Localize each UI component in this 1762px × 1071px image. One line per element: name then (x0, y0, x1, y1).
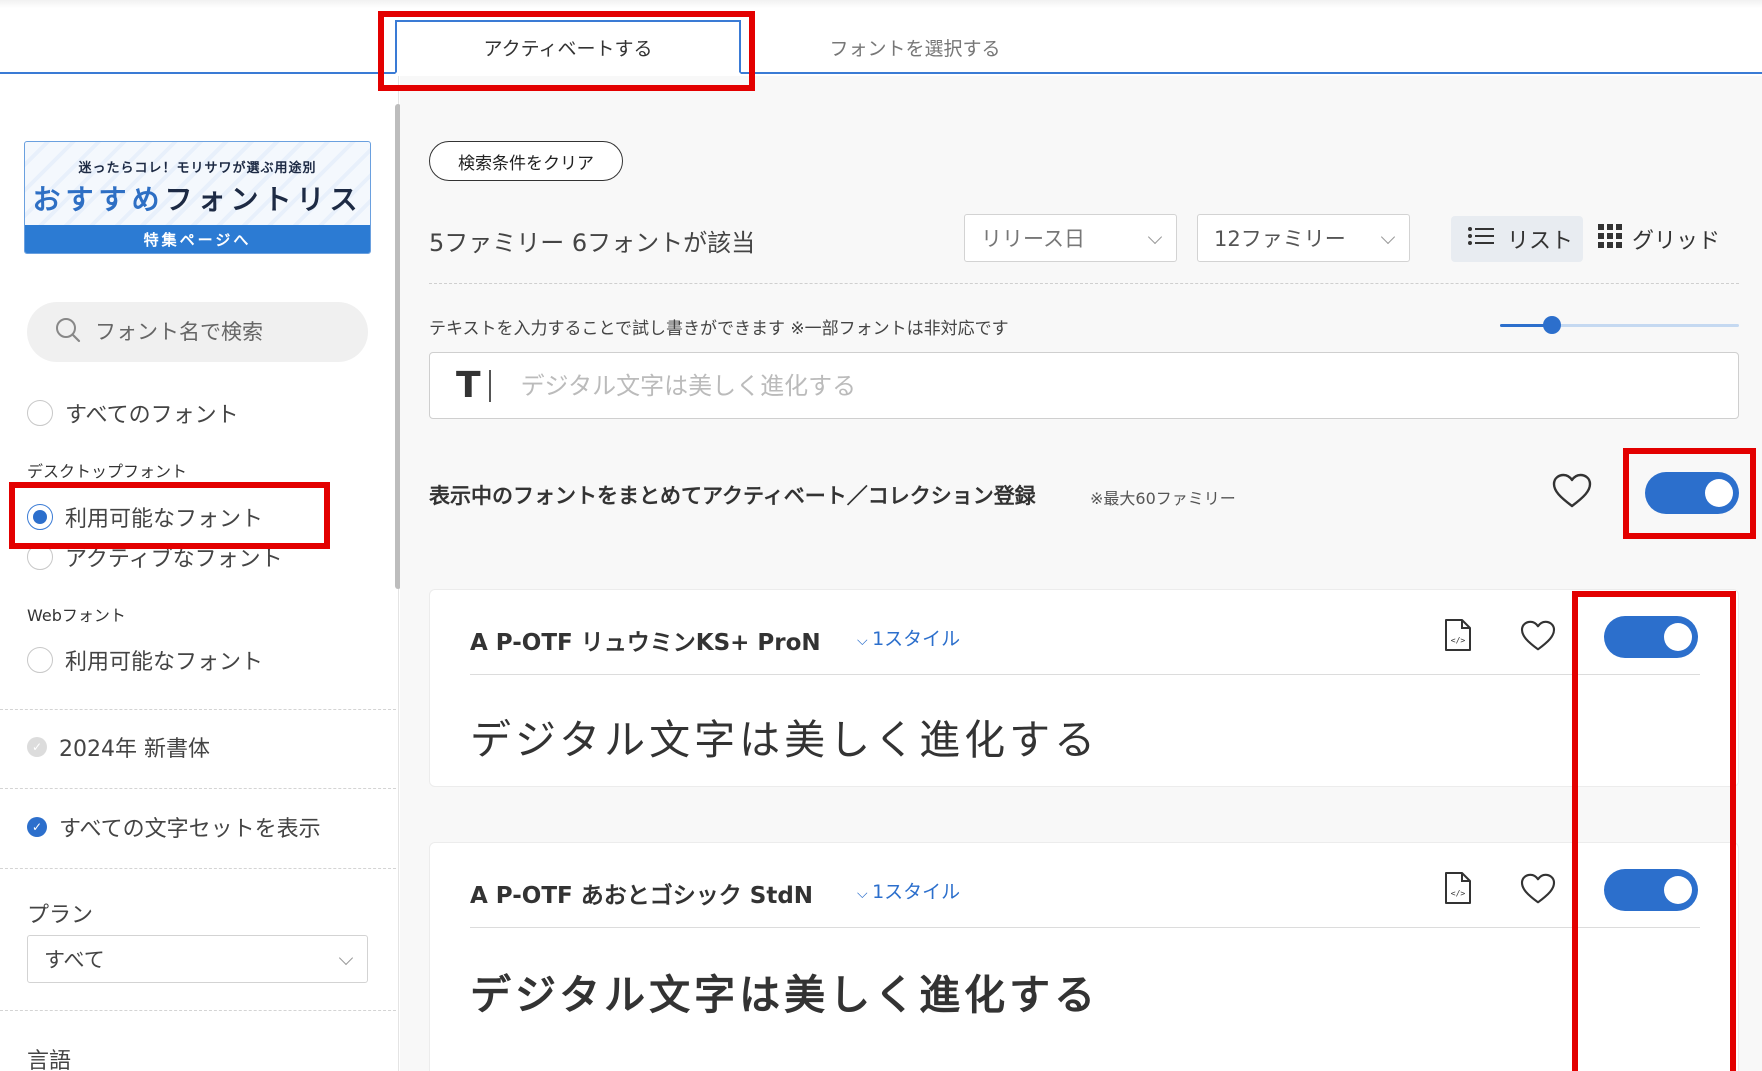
banner-title-highlight: おすすめ (32, 183, 165, 216)
toolbar-separator (429, 283, 1739, 284)
font-style-count[interactable]: ⌵ 1スタイル (857, 877, 960, 904)
filter-desktop-available[interactable]: 利用可能なフォント (27, 500, 263, 534)
banner-tagline: 迷ったらコレ！モリサワが選ぶ用途別 (78, 161, 317, 176)
tab-select-fonts[interactable]: フォントを選択する (760, 20, 1070, 74)
filter-desktop-active[interactable]: アクティブなフォント (27, 540, 283, 574)
chevron-down-icon: ⌵ (857, 886, 873, 902)
radio-desktop-available[interactable] (27, 504, 53, 530)
web-fonts-heading: Webフォント (27, 606, 126, 625)
filter-new-2024[interactable]: ✓ 2024年 新書体 (27, 730, 210, 764)
toggle-knob (1664, 876, 1692, 904)
chevron-down-icon (338, 950, 354, 966)
label-new-2024: 2024年 新書体 (59, 737, 210, 762)
radio-web-available[interactable] (27, 647, 53, 673)
desktop-fonts-heading: デスクトップフォント (27, 462, 188, 481)
svg-text:</>: </> (1451, 636, 1466, 645)
filter-all-fonts[interactable]: すべてのフォント (27, 396, 239, 430)
font-activate-toggle[interactable] (1604, 869, 1698, 911)
filter-web-available[interactable]: 利用可能なフォント (27, 643, 263, 677)
label-desktop-available: 利用可能なフォント (65, 507, 264, 532)
plan-select[interactable]: すべて (27, 935, 368, 983)
recommended-font-list-banner[interactable]: 迷ったらコレ！モリサワが選ぶ用途別 おすすめフォントリスト 特集ページへ (24, 141, 371, 254)
favorite-heart-icon[interactable] (1520, 873, 1556, 909)
code-document-icon[interactable]: </> (1444, 871, 1472, 905)
clear-filters-button[interactable]: 検索条件をクリア (429, 141, 623, 181)
size-slider-handle[interactable] (1543, 316, 1561, 334)
font-style-count[interactable]: ⌵ 1スタイル (857, 624, 960, 651)
tab-select-fonts-label: フォントを選択する (829, 37, 1001, 60)
plan-select-value: すべて (44, 948, 105, 972)
chevron-down-icon: ⌵ (857, 633, 873, 649)
sidebar-divider-1 (0, 709, 396, 710)
tab-activate[interactable]: アクティベートする (395, 20, 741, 74)
top-tab-bar: アクティベートする フォントを選択する (0, 0, 1762, 74)
grid-icon (1598, 224, 1622, 254)
font-activate-toggle[interactable] (1604, 616, 1698, 658)
sidebar-divider-3 (0, 868, 396, 869)
per-page-select-value: 12ファミリー (1214, 227, 1346, 251)
code-document-icon[interactable]: </> (1444, 618, 1472, 652)
bulk-activate-note: ※最大60ファミリー (1090, 489, 1236, 508)
label-web-available: 利用可能なフォント (65, 650, 264, 675)
view-list-label: リスト (1507, 229, 1574, 254)
radio-all-fonts[interactable] (27, 400, 53, 426)
preview-text-input[interactable] (520, 371, 1621, 400)
font-sample-text: デジタル文字は美しく進化する (470, 971, 1100, 1019)
result-count: 5ファミリー 6フォントが該当 (429, 229, 756, 257)
checkbox-new-2024[interactable]: ✓ (27, 737, 47, 757)
language-label: 言語 (27, 1049, 72, 1071)
radio-desktop-active[interactable] (27, 544, 53, 570)
sort-select-value: リリース日 (981, 227, 1085, 251)
view-list-button[interactable]: リスト (1451, 216, 1583, 262)
font-card: A P-OTF あおとゴシック StdN ⌵ 1スタイル </> デジタル文字は… (429, 842, 1739, 1071)
bulk-activate-label: 表示中のフォントをまとめてアクティベート／コレクション登録 (429, 484, 1036, 508)
chevron-down-icon (1380, 229, 1396, 245)
sidebar-divider-2 (0, 788, 396, 789)
favorite-heart-icon[interactable] (1520, 620, 1556, 656)
plan-label: プラン (27, 903, 94, 928)
toggle-knob (1664, 623, 1692, 651)
font-style-count-label: 1スタイル (872, 881, 961, 903)
bulk-favorite-heart-icon[interactable] (1552, 473, 1592, 513)
font-sample-text: デジタル文字は美しく進化する (470, 716, 1100, 764)
view-grid-button[interactable]: グリッド (1598, 216, 1728, 262)
search-input[interactable] (95, 320, 355, 344)
bulk-activate-toggle[interactable] (1645, 472, 1739, 514)
preview-text-field[interactable]: T (429, 352, 1739, 419)
banner-cta: 特集ページへ (25, 225, 370, 253)
label-desktop-active: アクティブなフォント (65, 547, 283, 572)
tab-activate-label: アクティベートする (483, 37, 653, 60)
toggle-knob (1705, 479, 1733, 507)
top-shadow (0, 0, 1762, 8)
list-icon (1467, 226, 1495, 252)
card-divider (470, 927, 1700, 928)
per-page-select[interactable]: 12ファミリー (1197, 214, 1410, 262)
preview-hint: テキストを入力することで試し書きができます ※一部フォントは非対応です (429, 319, 1009, 339)
checkbox-show-all-charsets[interactable]: ✓ (27, 817, 47, 837)
label-show-all-charsets: すべての文字セットを表示 (59, 817, 321, 842)
view-grid-label: グリッド (1632, 229, 1721, 254)
search-icon (55, 317, 81, 347)
font-search[interactable] (27, 302, 368, 362)
card-divider (470, 674, 1700, 675)
font-card: A P-OTF リュウミンKS+ ProN ⌵ 1スタイル </> デジタル文字… (429, 589, 1739, 787)
font-name: A P-OTF リュウミンKS+ ProN (470, 630, 821, 656)
sidebar-divider-4 (0, 1010, 396, 1011)
font-style-count-label: 1スタイル (872, 628, 961, 650)
sort-select[interactable]: リリース日 (964, 214, 1177, 262)
filter-show-all-charsets[interactable]: ✓ すべての文字セットを表示 (27, 810, 321, 844)
text-caret (488, 369, 491, 402)
font-name: A P-OTF あおとゴシック StdN (470, 883, 814, 909)
label-all-fonts: すべてのフォント (65, 403, 239, 428)
text-icon: T (456, 365, 481, 406)
svg-text:</>: </> (1451, 889, 1466, 898)
chevron-down-icon (1147, 229, 1163, 245)
